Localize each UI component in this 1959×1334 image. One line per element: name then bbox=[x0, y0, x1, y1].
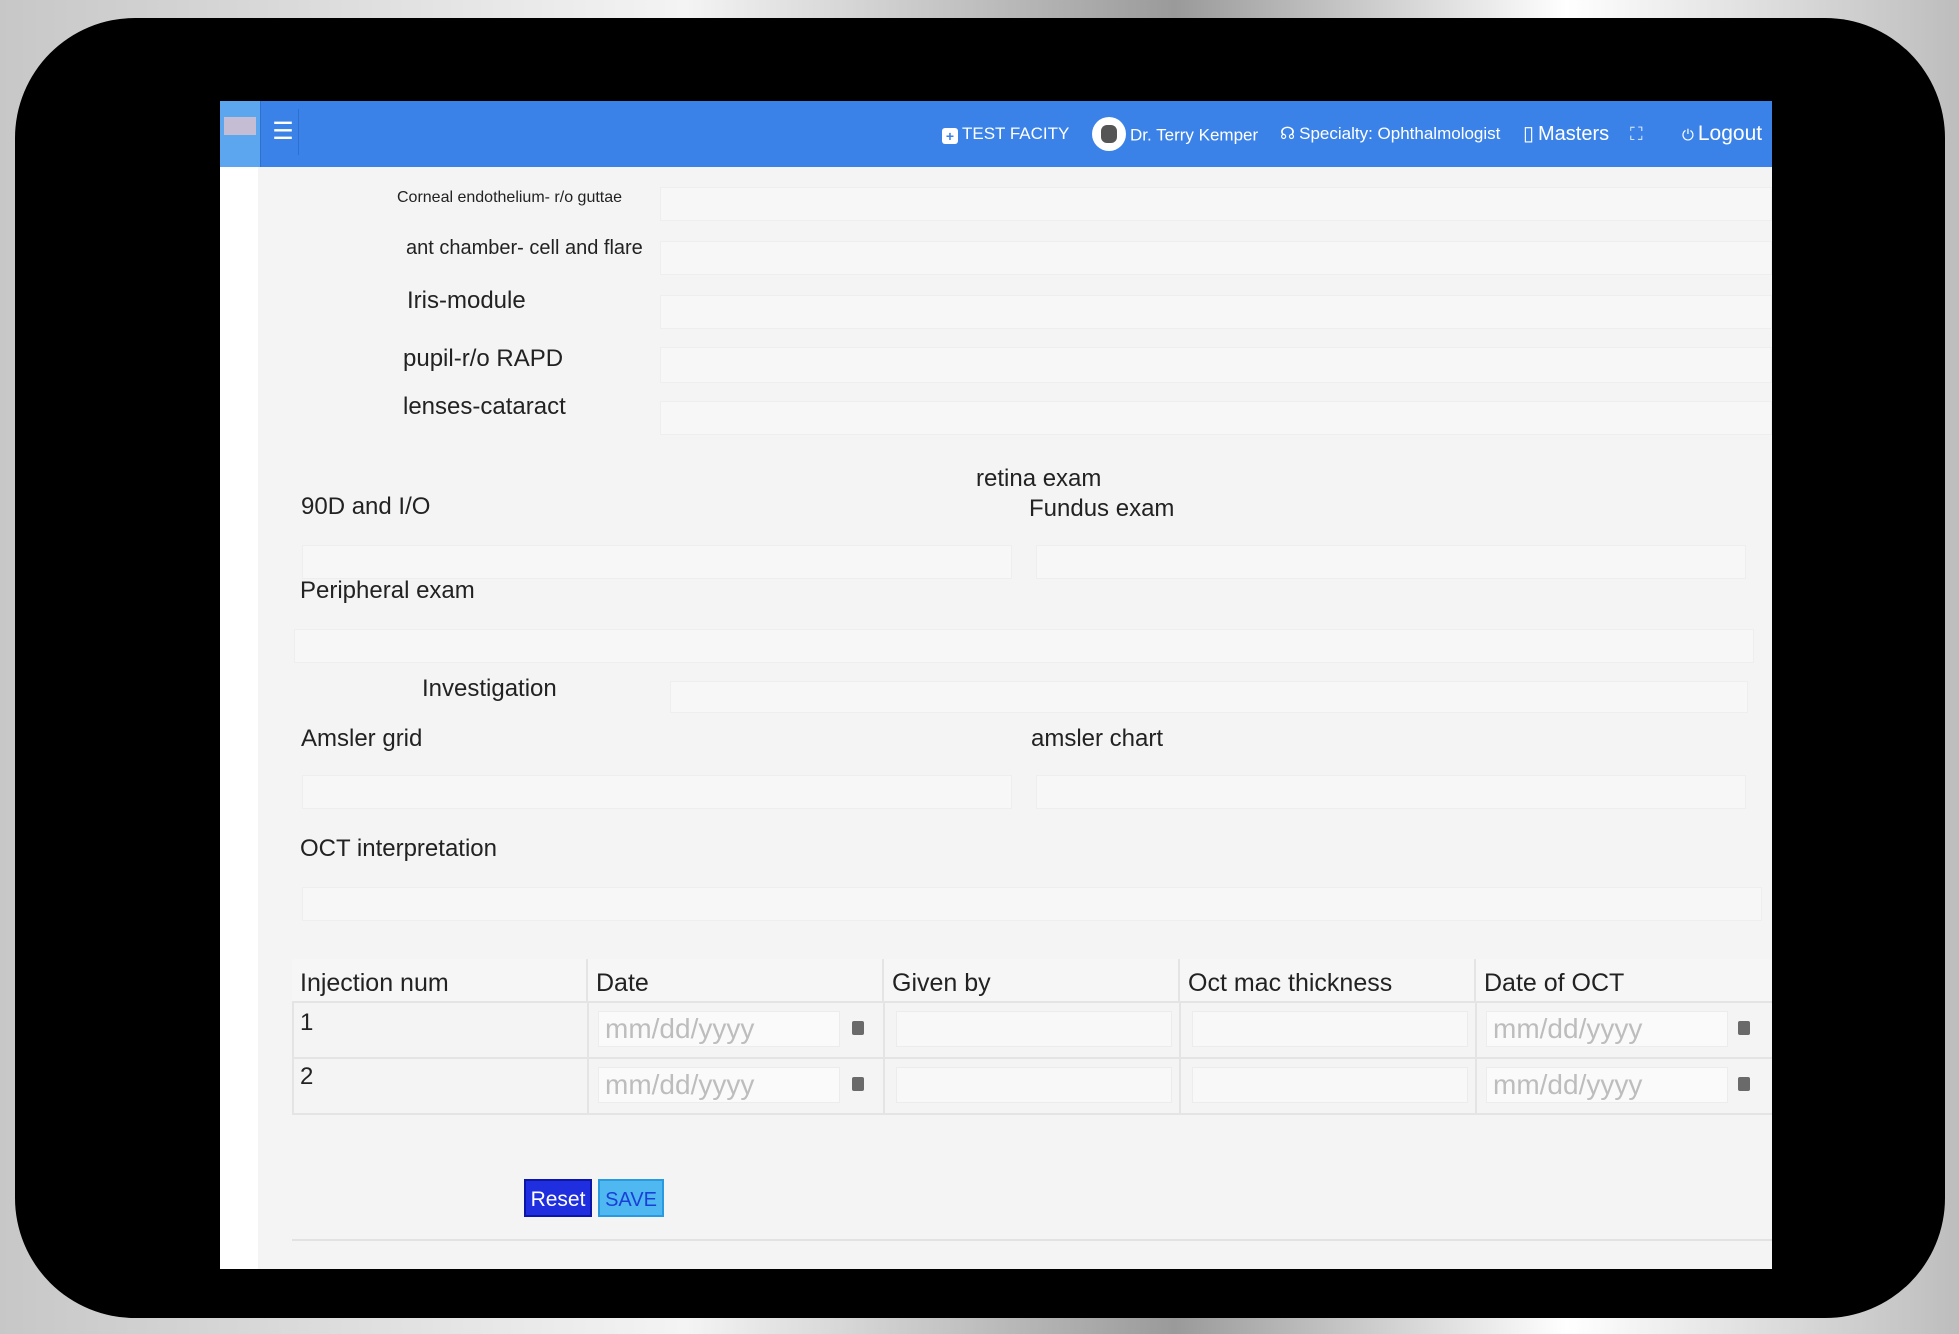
oct-date-input-1[interactable]: mm/dd/yyyy bbox=[1486, 1011, 1728, 1047]
lenses-label: lenses-cataract bbox=[403, 393, 566, 420]
iris-label: Iris-module bbox=[407, 287, 526, 314]
table-border bbox=[292, 1001, 294, 1115]
doctor-name: Dr. Terry Kemper bbox=[1130, 125, 1259, 145]
injection-table: Injection num Date Given by Oct mac thic… bbox=[292, 959, 1772, 1115]
ant-chamber-input[interactable] bbox=[660, 241, 1772, 275]
retina-exam-heading: retina exam bbox=[976, 465, 1102, 492]
section-divider bbox=[292, 1239, 1772, 1241]
injection-num-1: 1 bbox=[300, 1009, 314, 1036]
masters-menu[interactable]: ▯ Masters bbox=[1523, 119, 1609, 149]
specialty-text: Specialty: Ophthalmologist bbox=[1299, 124, 1501, 143]
facility-selector[interactable]: + TEST FACITY bbox=[942, 119, 1069, 149]
doctor-profile[interactable]: Dr. Terry Kemper bbox=[1092, 117, 1259, 151]
expand-icon[interactable]: ⛶ bbox=[1630, 119, 1643, 149]
investigation-label: Investigation bbox=[422, 675, 557, 702]
table-header-injection-num: Injection num bbox=[292, 959, 588, 1001]
stethoscope-icon: ☊ bbox=[1280, 124, 1296, 143]
pupil-input[interactable] bbox=[660, 347, 1772, 383]
oct-mac-thickness-input-1[interactable] bbox=[1192, 1011, 1468, 1047]
90d-io-input[interactable] bbox=[302, 545, 1012, 579]
90d-io-label: 90D and I/O bbox=[301, 493, 431, 520]
table-header-date-of-oct: Date of OCT bbox=[1476, 959, 1772, 1001]
masters-label: Masters bbox=[1538, 123, 1610, 145]
amsler-chart-label: amsler chart bbox=[1031, 725, 1164, 752]
table-divider bbox=[1179, 1001, 1181, 1115]
calendar-icon[interactable] bbox=[1738, 1077, 1750, 1091]
hospital-icon: + bbox=[942, 128, 958, 144]
table-divider bbox=[1475, 1001, 1477, 1115]
device-frame: ☰ + TEST FACITY Dr. Terry Kemper ☊ Special… bbox=[15, 18, 1945, 1318]
oct-date-input-2[interactable]: mm/dd/yyyy bbox=[1486, 1067, 1728, 1103]
app-logo[interactable] bbox=[220, 101, 261, 167]
app-screen: ☰ + TEST FACITY Dr. Terry Kemper ☊ Special… bbox=[220, 101, 1772, 1269]
given-by-input-2[interactable] bbox=[896, 1067, 1172, 1103]
specialty-indicator: ☊ Specialty: Ophthalmologist bbox=[1280, 119, 1500, 149]
facility-name: TEST FACITY bbox=[962, 124, 1070, 143]
lenses-input[interactable] bbox=[660, 401, 1772, 435]
given-by-input-1[interactable] bbox=[896, 1011, 1172, 1047]
amsler-chart-input[interactable] bbox=[1036, 775, 1746, 809]
table-header-given-by: Given by bbox=[884, 959, 1180, 1001]
table-header-oct-mac-thickness: Oct mac thickness bbox=[1180, 959, 1476, 1001]
fundus-exam-input[interactable] bbox=[1036, 545, 1746, 579]
ant-chamber-label: ant chamber- cell and flare bbox=[406, 237, 643, 259]
table-divider bbox=[292, 1057, 1772, 1059]
table-divider bbox=[587, 1001, 589, 1115]
user-avatar-icon bbox=[1092, 117, 1126, 151]
investigation-input[interactable] bbox=[670, 681, 1748, 713]
logout-button[interactable]: ⏻ Logout bbox=[1682, 119, 1762, 149]
calendar-icon[interactable] bbox=[852, 1021, 864, 1035]
table-border bbox=[292, 1113, 1772, 1115]
calendar-icon[interactable] bbox=[1738, 1021, 1750, 1035]
amsler-grid-input[interactable] bbox=[302, 775, 1012, 809]
mobile-icon: ▯ bbox=[1523, 123, 1535, 145]
calendar-icon[interactable] bbox=[852, 1077, 864, 1091]
menu-icon[interactable]: ☰ bbox=[268, 109, 299, 155]
pupil-label: pupil-r/o RAPD bbox=[403, 345, 564, 372]
iris-input[interactable] bbox=[660, 295, 1772, 329]
top-navigation-bar: ☰ + TEST FACITY Dr. Terry Kemper ☊ Special… bbox=[220, 101, 1772, 167]
date-input-2[interactable]: mm/dd/yyyy bbox=[598, 1067, 840, 1103]
table-divider bbox=[883, 1001, 885, 1115]
date-input-1[interactable]: mm/dd/yyyy bbox=[598, 1011, 840, 1047]
peripheral-exam-input[interactable] bbox=[294, 629, 1754, 663]
corneal-endothelium-input[interactable] bbox=[660, 187, 1772, 221]
power-icon: ⏻ bbox=[1682, 127, 1694, 144]
injection-num-2: 2 bbox=[300, 1063, 314, 1090]
oct-interpretation-label: OCT interpretation bbox=[300, 835, 497, 862]
amsler-grid-label: Amsler grid bbox=[301, 725, 423, 752]
fundus-exam-label: Fundus exam bbox=[1029, 495, 1175, 522]
table-divider bbox=[292, 1001, 1772, 1003]
logout-label: Logout bbox=[1697, 122, 1763, 145]
peripheral-exam-label: Peripheral exam bbox=[300, 577, 475, 604]
oct-mac-thickness-input-2[interactable] bbox=[1192, 1067, 1468, 1103]
oct-interpretation-input[interactable] bbox=[302, 887, 1762, 921]
save-button[interactable]: SAVE bbox=[598, 1179, 664, 1217]
corneal-endothelium-label: Corneal endothelium- r/o guttae bbox=[397, 189, 623, 206]
left-sidebar-strip bbox=[220, 167, 258, 1269]
table-header-date: Date bbox=[588, 959, 884, 1001]
reset-button[interactable]: Reset bbox=[524, 1179, 592, 1217]
